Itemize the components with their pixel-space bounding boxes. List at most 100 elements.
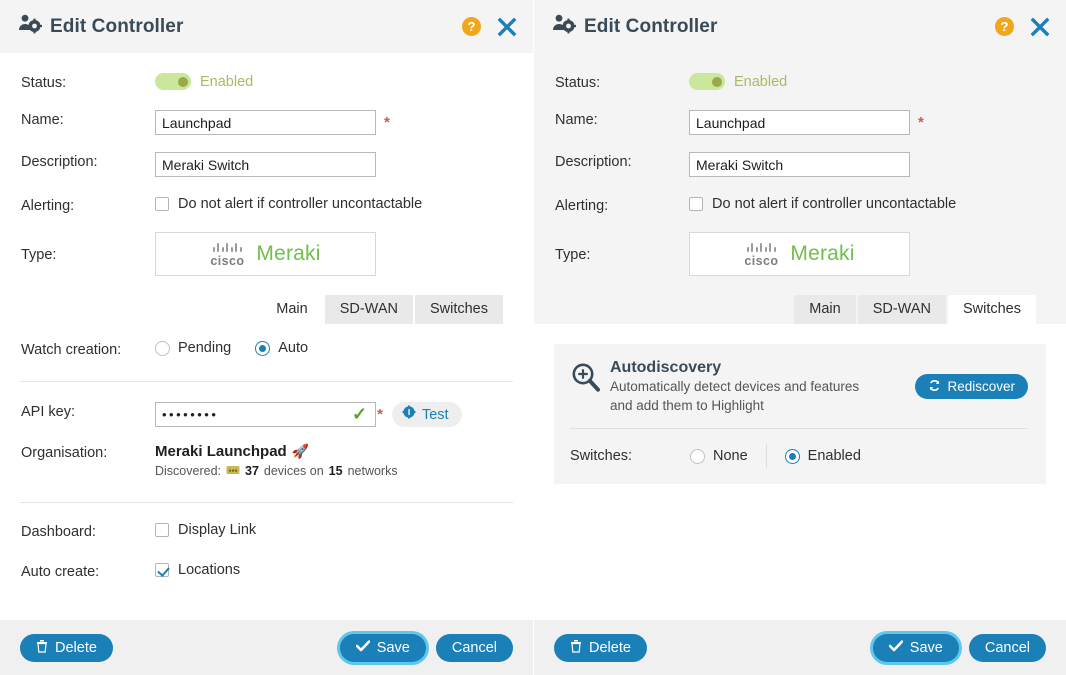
field-row-alerting: Alerting: Do not alert if controller unc… [0,177,533,216]
field-row-type: Type: cisco Meraki [0,216,533,276]
field-row-status-right: Status: Enabled [534,53,1066,93]
meraki-wordmark: Meraki [790,242,855,265]
dialog-header: Edit Controller ? [0,0,533,53]
switches-radio-enabled[interactable] [784,448,800,464]
save-button-label: Save [909,639,943,656]
page-title-right: Edit Controller [584,15,718,37]
tab-switches[interactable]: Switches [947,295,1036,324]
network-count: 15 [328,464,343,478]
help-circle-icon[interactable]: ? [462,17,481,36]
user-gear-icon [552,13,577,40]
type-field-right: cisco Meraki [689,232,1066,276]
dialog-header-actions-right: ? [995,17,1050,37]
cancel-button[interactable]: Cancel [968,633,1046,662]
tab-main[interactable]: Main [794,295,856,324]
watch-creation-radio-auto[interactable] [255,340,271,356]
field-row-description: Description: [0,135,533,177]
rediscover-button-label: Rediscover [947,379,1015,394]
field-row-type-right: Type: cisco Meraki [534,216,1066,276]
field-row-name: Name: * [0,93,533,135]
magnifier-plus-icon [570,358,610,398]
watch-creation-label-auto: Auto [278,340,309,356]
rocket-icon: 🚀 [291,443,310,459]
test-button-label: Test [421,406,449,423]
controller-form-right: Status: Enabled Name: * Description: [534,53,1066,324]
description-input[interactable] [689,152,910,177]
field-row-name-right: Name: * [534,93,1066,135]
cisco-meraki-logo: cisco Meraki [689,232,910,276]
cancel-button[interactable]: Cancel [435,633,513,662]
rediscover-button[interactable]: Rediscover [915,374,1028,399]
meraki-wordmark: Meraki [256,242,321,265]
delete-button[interactable]: Delete [20,633,113,662]
discovered-summary: Discovered: 37 devices on 15 networks [155,464,533,478]
watch-creation-radio-pending[interactable] [155,340,170,356]
switches-label-enabled: Enabled [807,448,861,464]
device-count: 37 [245,464,259,478]
delete-button-label: Delete [55,639,97,656]
tab-switches[interactable]: Switches [414,295,503,324]
name-label: Name: [21,112,64,128]
api-key-field: •••••••• ✓ * Test [155,402,533,427]
watch-creation-label: Watch creation: [21,342,122,358]
alerting-checkbox-label: Do not alert if controller uncontactable [178,196,423,212]
dialog-header-left: Edit Controller [18,13,183,40]
name-input[interactable] [689,110,910,135]
tab-sdwan[interactable]: SD-WAN [857,295,946,324]
test-button[interactable]: Test [391,402,462,427]
organisation-value: Meraki Launchpad [155,443,287,460]
device-icon [226,464,240,478]
description-input[interactable] [155,152,376,177]
dashboard-checkbox-label: Display Link [178,522,257,538]
controller-form-left: Status: Enabled Name: * Description: [0,53,533,324]
alerting-label-right: Alerting: [555,198,609,214]
auto-create-checkbox[interactable] [155,563,169,577]
field-row-organisation: Organisation: Meraki Launchpad 🚀 Discove… [0,427,533,478]
description-label-right: Description: [555,154,632,170]
devices-word: devices on [263,464,324,478]
close-x-icon[interactable] [497,17,517,37]
cisco-logo-mark: cisco [744,241,778,268]
refresh-icon [928,379,941,395]
save-button[interactable]: Save [339,633,426,662]
alerting-field[interactable]: Do not alert if controller uncontactable [155,196,533,212]
autodiscovery-title: Autodiscovery [610,359,722,376]
networks-word: networks [347,464,398,478]
field-row-switches: Switches: None Enabled [570,429,1028,468]
status-toggle[interactable] [155,73,191,90]
name-label-right: Name: [555,112,598,128]
status-label: Status: [21,75,67,91]
cisco-wordmark: cisco [210,253,245,268]
tab-sdwan[interactable]: SD-WAN [324,295,413,324]
alerting-field-right[interactable]: Do not alert if controller uncontactable [689,196,1066,212]
delete-button[interactable]: Delete [554,633,647,662]
dashboard-field[interactable]: Display Link [155,522,533,538]
auto-create-label: Auto create: [21,564,100,580]
edit-controller-dialog-left: Edit Controller ? Status: Enabled Name: … [0,0,533,675]
description-label: Description: [21,154,98,170]
dialog-header-left-right: Edit Controller [552,13,717,40]
main-tab-content: Watch creation: Pending Auto API key: ••… [0,324,533,582]
status-toggle[interactable] [689,73,725,90]
dialog-footer-left: Delete Save Cancel [0,620,533,675]
switches-radio-none[interactable] [690,448,705,464]
cisco-logo-mark: cisco [210,241,244,268]
close-x-icon[interactable] [1030,17,1050,37]
alerting-checkbox[interactable] [155,197,169,211]
field-row-description-right: Description: [534,135,1066,177]
api-key-input[interactable]: •••••••• [155,402,376,427]
field-row-watch-creation: Watch creation: Pending Auto [0,324,533,360]
name-input[interactable] [155,110,376,135]
tab-main[interactable]: Main [261,295,323,324]
watch-creation-label-pending: Pending [178,340,232,356]
help-circle-icon[interactable]: ? [995,17,1014,36]
alerting-checkbox[interactable] [689,197,703,211]
autodiscovery-text: Autodiscovery Automatically detect devic… [610,358,915,415]
trash-icon [36,639,48,657]
save-button[interactable]: Save [872,633,959,662]
name-required-marker: * [918,114,924,131]
user-gear-icon [18,13,43,40]
save-button-label: Save [376,639,410,656]
auto-create-field[interactable]: Locations [155,562,533,578]
dashboard-checkbox[interactable] [155,523,169,537]
